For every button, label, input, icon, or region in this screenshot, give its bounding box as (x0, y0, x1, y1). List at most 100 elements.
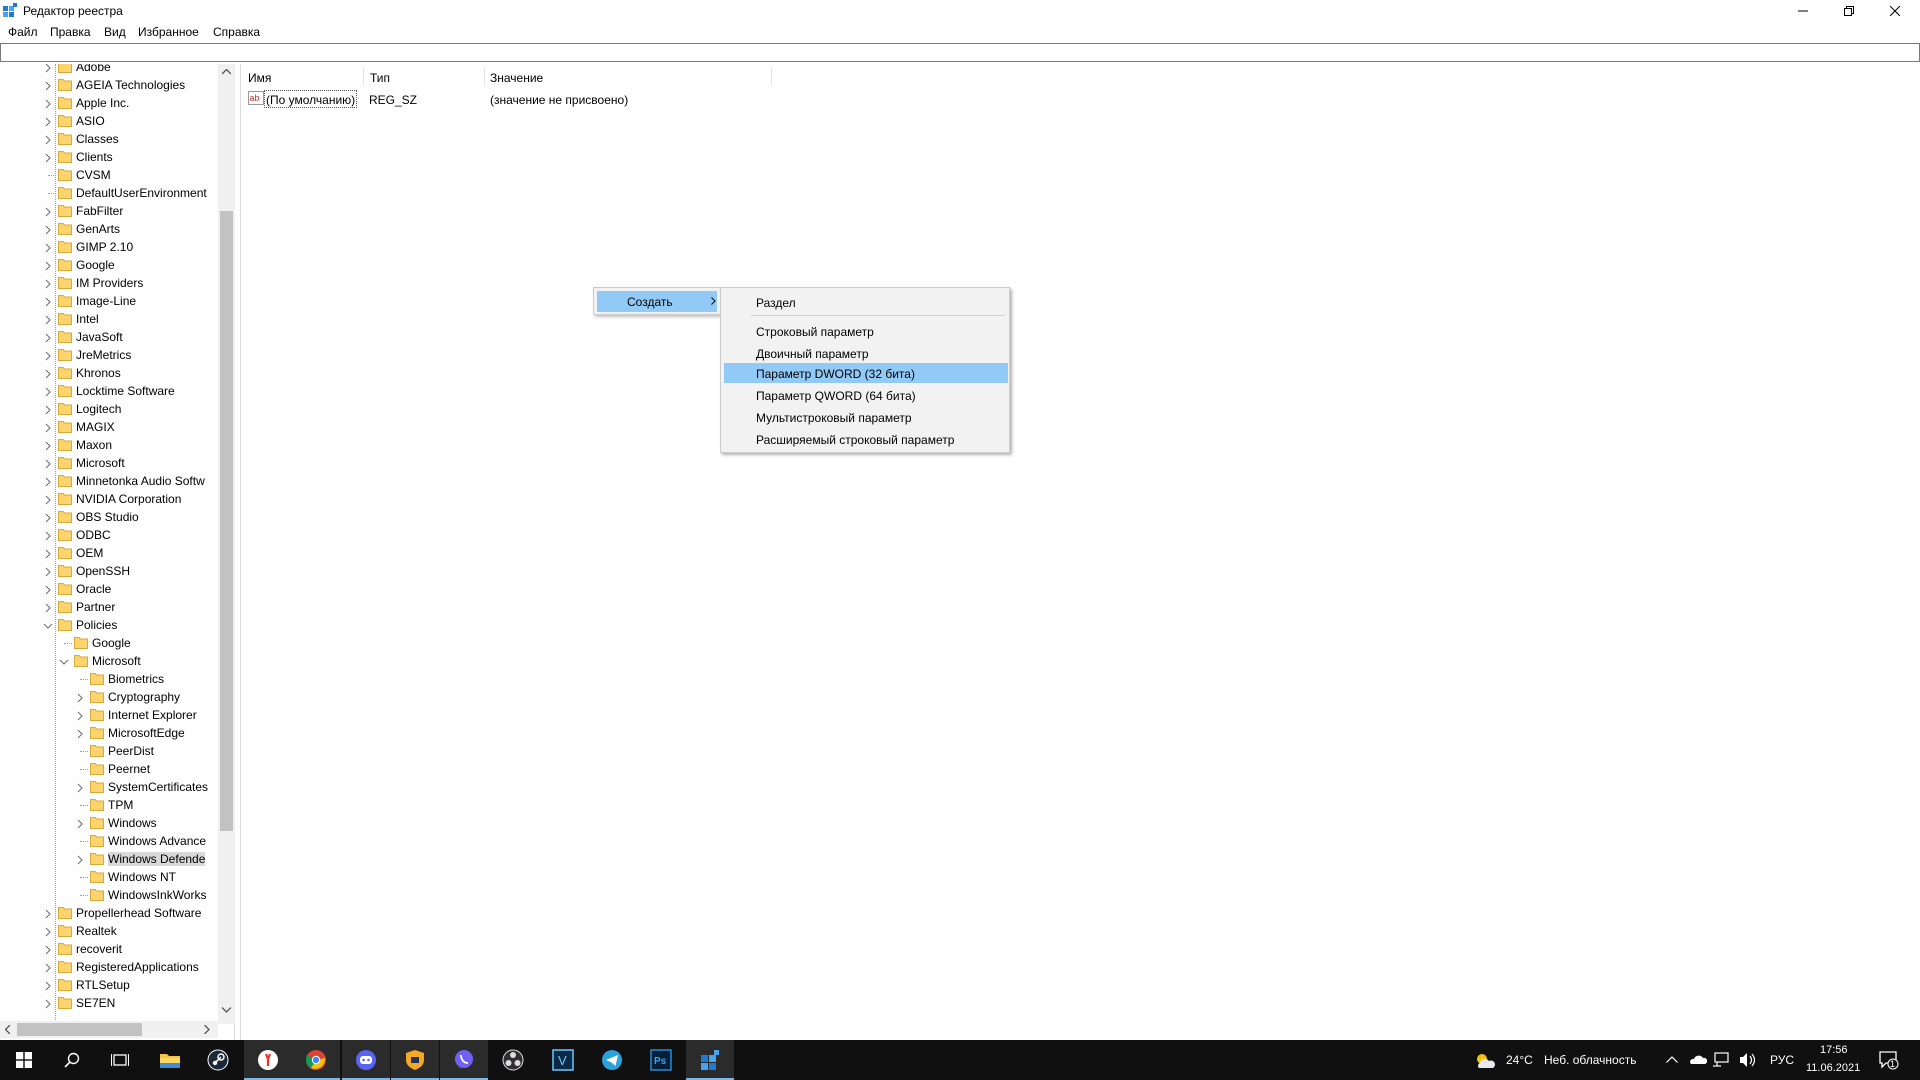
menu-help[interactable]: Справка (213, 25, 260, 39)
submenu-item-qword[interactable]: Параметр QWORD (64 бита) (724, 385, 1008, 405)
tree-node[interactable]: Policies (0, 616, 230, 634)
notification-icon[interactable] (1879, 1050, 1899, 1070)
chevron-right-icon[interactable] (43, 440, 53, 451)
tree-node-label[interactable]: Propellerhead Software (76, 906, 201, 920)
start-button[interactable] (0, 1040, 48, 1080)
tree-vertical-scrollbar[interactable] (218, 64, 235, 1024)
tree-node[interactable]: Propellerhead Software (0, 904, 230, 922)
chevron-right-icon[interactable] (43, 116, 53, 127)
tree-node[interactable]: PeerDist (0, 742, 230, 760)
tree-node[interactable]: JreMetrics (0, 346, 230, 364)
tree-node-label[interactable]: DefaultUserEnvironment (76, 186, 207, 200)
tree-node-label[interactable]: Google (92, 636, 131, 650)
tree-node-label[interactable]: Cryptography (108, 690, 180, 704)
chevron-right-icon[interactable] (43, 404, 53, 415)
tree-node-label[interactable]: Image-Line (76, 294, 136, 308)
chevron-right-icon[interactable] (43, 368, 53, 379)
tree-node-label[interactable]: GIMP 2.10 (76, 240, 133, 254)
taskbar-shield-app[interactable] (391, 1040, 439, 1080)
tree-node[interactable]: Google (0, 634, 230, 652)
tree-node[interactable]: DefaultUserEnvironment (0, 184, 230, 202)
tree-node-label[interactable]: recoverit (76, 942, 122, 956)
registry-tree[interactable]: Adobe AGEIA Technologies Apple Inc. ASIO Cla… (0, 64, 235, 1040)
tree-node-label[interactable]: Microsoft (92, 654, 141, 668)
tree-node-label[interactable]: TPM (108, 798, 133, 812)
chevron-right-icon[interactable] (43, 566, 53, 577)
tree-node-label[interactable]: WindowsInkWorks (108, 888, 206, 902)
tree-node[interactable]: Minnetonka Audio Softw (0, 472, 230, 490)
tree-node[interactable]: SystemCertificates (0, 778, 230, 796)
tree-node[interactable]: OBS Studio (0, 508, 230, 526)
language-indicator[interactable]: РУС (1770, 1053, 1794, 1067)
tree-node[interactable]: FabFilter (0, 202, 230, 220)
taskbar-yandex-browser[interactable] (244, 1040, 292, 1080)
chevron-right-icon[interactable] (43, 998, 53, 1009)
tree-node[interactable]: Partner (0, 598, 230, 616)
tree-node[interactable]: RTLSetup (0, 976, 230, 994)
tree-node[interactable]: Peernet (0, 760, 230, 778)
value-name[interactable]: (По умолчанию) (264, 90, 358, 108)
tree-node[interactable]: CVSM (0, 166, 230, 184)
onedrive-icon[interactable] (1689, 1053, 1707, 1065)
tree-node[interactable]: Locktime Software (0, 382, 230, 400)
tree-node[interactable]: OpenSSH (0, 562, 230, 580)
tree-node-label[interactable]: Clients (76, 150, 113, 164)
search-button[interactable] (48, 1040, 96, 1080)
chevron-right-icon[interactable] (43, 206, 53, 217)
tree-node-label[interactable]: Internet Explorer (108, 708, 197, 722)
submenu-item-string[interactable]: Строковый параметр (724, 321, 1008, 341)
chevron-right-icon[interactable] (43, 64, 53, 73)
tree-node-label[interactable]: Realtek (76, 924, 117, 938)
tree-node[interactable]: SE7EN (0, 994, 230, 1012)
tree-node-label[interactable]: Maxon (76, 438, 112, 452)
tree-node[interactable]: RegisteredApplications (0, 958, 230, 976)
tree-node-label[interactable]: NVIDIA Corporation (76, 492, 181, 506)
column-separator[interactable] (363, 67, 364, 87)
tree-node-label[interactable]: OEM (76, 546, 103, 560)
tree-node-label[interactable]: SE7EN (76, 996, 115, 1010)
tree-node[interactable]: Classes (0, 130, 230, 148)
column-separator[interactable] (771, 67, 772, 87)
tree-node-label[interactable]: Minnetonka Audio Softw (76, 474, 205, 488)
value-row[interactable]: ab (По умолчанию) REG_SZ (значение не пр… (248, 90, 848, 108)
tree-node[interactable]: AGEIA Technologies (0, 76, 230, 94)
chevron-right-icon[interactable] (43, 422, 53, 433)
tree-node[interactable]: Intel (0, 310, 230, 328)
tree-node-label[interactable]: RegisteredApplications (76, 960, 199, 974)
tree-node-label[interactable]: Khronos (76, 366, 121, 380)
tree-node[interactable]: MAGIX (0, 418, 230, 436)
chevron-right-icon[interactable] (43, 908, 53, 919)
tree-node[interactable]: GIMP 2.10 (0, 238, 230, 256)
taskbar-file-explorer[interactable] (146, 1040, 194, 1080)
restore-button[interactable] (1826, 0, 1872, 22)
tree-node-label[interactable]: Windows Defende (108, 852, 206, 866)
tree-node[interactable]: Realtek (0, 922, 230, 940)
tree-node[interactable]: Windows Defende (0, 850, 230, 868)
tree-node[interactable]: Oracle (0, 580, 230, 598)
scroll-thumb-horizontal[interactable] (17, 1023, 142, 1036)
tree-node-label[interactable]: Logitech (76, 402, 121, 416)
chevron-right-icon[interactable] (75, 854, 85, 865)
tree-node[interactable]: Clients (0, 148, 230, 166)
tree-node-label[interactable]: Microsoft (76, 456, 125, 470)
tree-node-label[interactable]: OpenSSH (76, 564, 130, 578)
tree-node[interactable]: Apple Inc. (0, 94, 230, 112)
tree-node[interactable]: MicrosoftEdge (0, 724, 230, 742)
tree-node-label[interactable]: Google (76, 258, 115, 272)
tree-node[interactable]: NVIDIA Corporation (0, 490, 230, 508)
submenu-item-dword[interactable]: Параметр DWORD (32 бита) (724, 363, 1008, 383)
chevron-right-icon[interactable] (43, 224, 53, 235)
tree-node[interactable]: WindowsInkWorks (0, 886, 230, 904)
tree-node[interactable]: Maxon (0, 436, 230, 454)
chevron-right-icon[interactable] (43, 962, 53, 973)
chevron-right-icon[interactable] (43, 584, 53, 595)
tree-node-label[interactable]: ASIO (76, 114, 105, 128)
scroll-down-icon[interactable] (222, 1007, 231, 1013)
tree-node[interactable]: Khronos (0, 364, 230, 382)
tree-node-label[interactable]: MicrosoftEdge (108, 726, 185, 740)
chevron-right-icon[interactable] (43, 98, 53, 109)
tree-node-label[interactable]: Classes (76, 132, 119, 146)
tree-node-label[interactable]: IM Providers (76, 276, 143, 290)
tree-node[interactable]: Microsoft (0, 454, 230, 472)
weather-temp[interactable]: 24°C (1506, 1053, 1533, 1067)
